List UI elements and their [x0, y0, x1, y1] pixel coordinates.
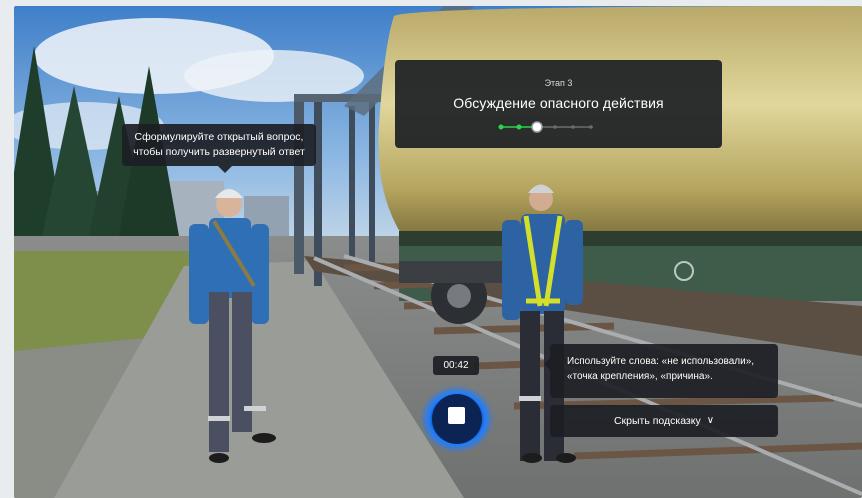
- stage-step-dot: [516, 124, 522, 130]
- stage-title: Обсуждение опасного действия: [453, 95, 664, 111]
- stage-label: Этап 3: [544, 78, 573, 88]
- hint-line2: «точка крепления», «причина».: [567, 371, 713, 382]
- stage-panel: Этап 3 Обсуждение опасного действия: [395, 60, 722, 148]
- hide-hint-label: Скрыть подсказку: [613, 415, 701, 427]
- question-tip-line1: Сформулируйте открытый вопрос,: [134, 131, 304, 143]
- stage-step-dot: [553, 125, 557, 129]
- stop-icon: [448, 407, 465, 424]
- question-tip: Сформулируйте открытый вопрос, чтобы пол…: [122, 124, 316, 173]
- stage-progress: [498, 121, 593, 133]
- chevron-down-icon: ∨: [706, 415, 715, 426]
- question-tip-line2: чтобы получить развернутый ответ: [133, 146, 305, 158]
- stage-step-dot: [498, 124, 504, 130]
- hide-hint-button[interactable]: Скрыть подсказку ∨: [550, 405, 778, 437]
- hint-panel: Используйте слова: «не использовали», «т…: [544, 344, 778, 398]
- stage-step-dot: [571, 125, 575, 129]
- recording-timer: 00:42: [433, 356, 479, 375]
- stage-step-dot: [531, 121, 543, 133]
- stage-step-dot: [589, 125, 593, 129]
- app-frame: Сформулируйте открытый вопрос, чтобы пол…: [0, 0, 862, 498]
- hint-line1: Используйте слова: «не использовали»,: [567, 356, 755, 367]
